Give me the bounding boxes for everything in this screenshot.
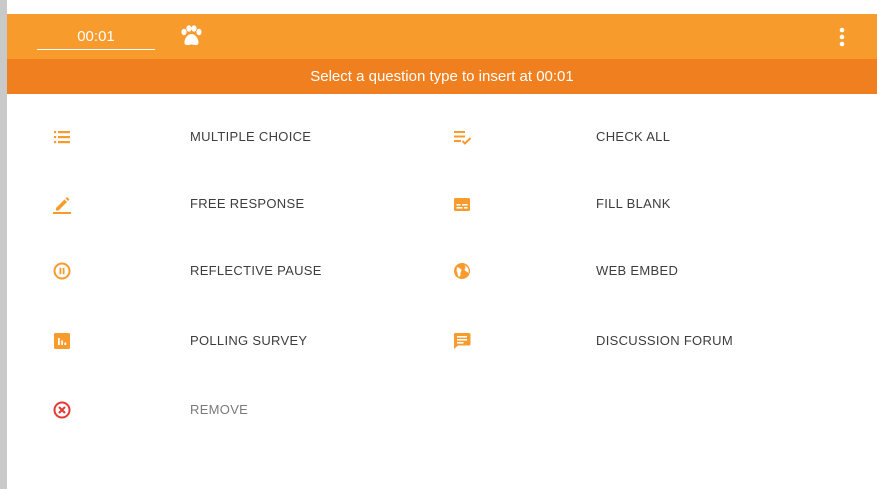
option-reflective-pause[interactable]: REFLECTIVE PAUSE [52,254,412,288]
option-label: REFLECTIVE PAUSE [190,263,322,278]
option-check-all[interactable]: CHECK ALL [452,120,852,154]
option-discussion-forum[interactable]: DISCUSSION FORUM [452,324,852,358]
option-label: CHECK ALL [596,129,671,144]
option-web-embed[interactable]: WEB EMBED [452,254,852,288]
option-free-response[interactable]: FREE RESPONSE [52,187,412,221]
left-border [0,0,7,489]
pencil-icon [53,197,71,214]
option-label: FILL BLANK [596,196,671,211]
question-type-panel: 00:01 Select a question type to insert a… [7,0,877,489]
list-icon [54,131,70,144]
chat-icon [453,333,471,349]
more-vertical-icon[interactable] [836,25,848,49]
option-multiple-choice[interactable]: MULTIPLE CHOICE [52,120,412,154]
option-remove[interactable]: REMOVE [52,393,412,427]
option-label: MULTIPLE CHOICE [190,129,312,144]
time-input[interactable]: 00:01 [37,25,155,50]
top-bar: 00:01 [7,14,877,59]
instruction-banner: Select a question type to insert at 00:0… [7,59,877,94]
list-check-icon [454,131,472,145]
option-label: REMOVE [190,402,249,417]
close-circle-icon [53,401,71,419]
poll-icon [54,333,70,349]
pause-circle-icon [53,262,71,280]
option-fill-blank[interactable]: FILL BLANK [452,187,852,221]
paw-icon [181,25,202,46]
globe-icon [454,263,470,279]
option-polling-survey[interactable]: POLLING SURVEY [52,324,412,358]
option-label: POLLING SURVEY [190,333,308,348]
option-label: DISCUSSION FORUM [596,333,733,348]
option-label: WEB EMBED [596,263,679,278]
text-box-icon [454,198,470,211]
option-label: FREE RESPONSE [190,196,305,211]
